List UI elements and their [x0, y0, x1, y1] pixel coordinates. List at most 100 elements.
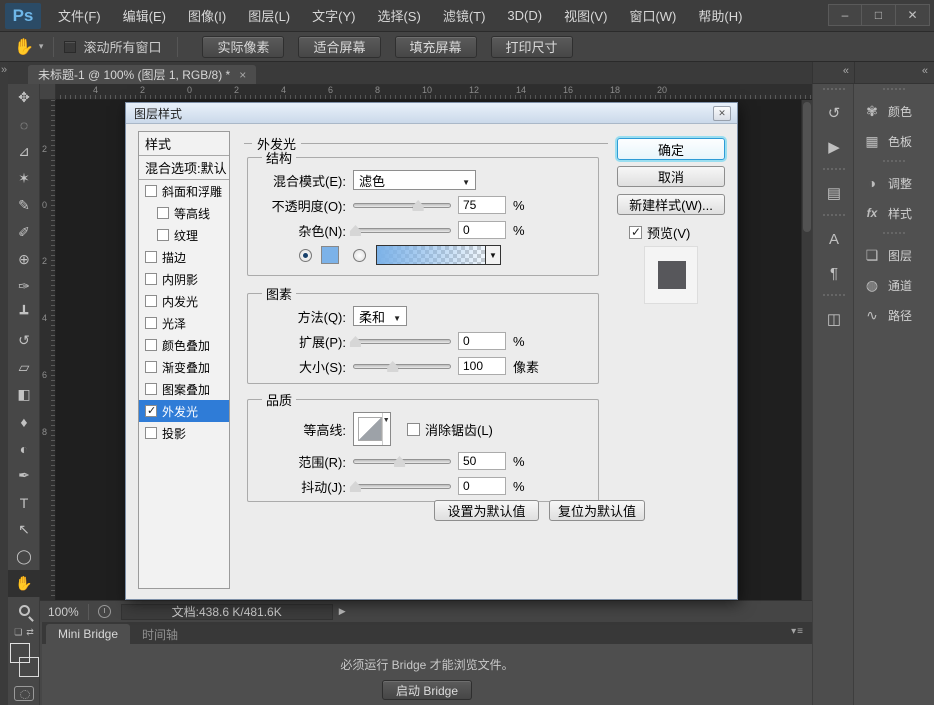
type-tool[interactable]: T [8, 489, 40, 516]
panel-menu-icon[interactable]: ▾≡ [791, 626, 804, 637]
actions-panel[interactable]: ▶ [813, 130, 855, 164]
preview-checkbox[interactable] [629, 226, 642, 239]
style-checkbox[interactable] [157, 229, 169, 241]
scrollbar-thumb[interactable] [803, 102, 811, 232]
glow-color-swatch[interactable] [321, 246, 339, 264]
style-item[interactable]: 光泽 [139, 312, 229, 334]
pen-tool[interactable]: ✒ [8, 462, 40, 489]
foreground-color-swatch[interactable] [10, 643, 30, 663]
close-button[interactable]: ✕ [896, 4, 930, 26]
properties-panel[interactable]: ▤ [813, 176, 855, 210]
zoom-preset-button[interactable]: 实际像素 [202, 36, 284, 58]
style-item[interactable]: 内发光 [139, 290, 229, 312]
gradient-picker[interactable]: ▼ [376, 245, 501, 265]
opacity-input[interactable] [458, 196, 506, 214]
gradient-radio[interactable] [353, 249, 366, 262]
bottom-panel-tab[interactable]: Mini Bridge [46, 624, 130, 644]
menu-item[interactable]: 文字(Y) [301, 0, 366, 32]
jitter-slider[interactable] [353, 476, 451, 496]
lasso-tool[interactable]: ⊿ [8, 138, 40, 165]
swatches-panel[interactable]: ▦ 色板 [854, 126, 934, 156]
jitter-input[interactable] [458, 477, 506, 495]
spread-slider[interactable] [353, 331, 451, 351]
style-checkbox[interactable] [145, 361, 157, 373]
menu-item[interactable]: 滤镜(T) [432, 0, 497, 32]
history-panel[interactable]: ↺ [813, 96, 855, 130]
shape-tool[interactable]: ◯ [8, 543, 40, 570]
solid-color-radio[interactable] [299, 249, 312, 262]
menu-item[interactable]: 编辑(E) [112, 0, 177, 32]
zoom-level[interactable]: 100% [48, 605, 79, 619]
slider-thumb[interactable] [394, 456, 405, 467]
style-item[interactable]: 渐变叠加 [139, 356, 229, 378]
3d-panel[interactable]: ◫ [813, 302, 855, 336]
dock-collapse-header[interactable]: « [812, 62, 854, 84]
set-default-button[interactable]: 设置为默认值 [434, 500, 539, 521]
eraser-tool[interactable]: ▱ [8, 354, 40, 381]
opacity-slider[interactable] [353, 195, 451, 215]
scroll-all-windows-checkbox[interactable] [64, 41, 76, 53]
style-checkbox[interactable] [145, 427, 157, 439]
dock-collapse-header[interactable]: « [854, 62, 934, 84]
style-item[interactable]: 投影 [139, 422, 229, 444]
status-menu-arrow-icon[interactable]: ▶ [339, 606, 346, 617]
contour-picker[interactable]: ▼ [353, 412, 391, 446]
path-select-tool[interactable]: ↖ [8, 516, 40, 543]
style-checkbox[interactable] [157, 207, 169, 219]
style-item[interactable]: 等高线 [139, 202, 229, 224]
history-brush-tool[interactable]: ↺ [8, 327, 40, 354]
ok-button[interactable]: 确定 [617, 138, 725, 160]
size-slider[interactable] [353, 356, 451, 376]
style-item[interactable]: 颜色叠加 [139, 334, 229, 356]
paint-brush-tool[interactable]: ✑ [8, 273, 40, 300]
vertical-scrollbar[interactable] [801, 100, 812, 600]
document-tab[interactable]: 未标题-1 @ 100% (图层 1, RGB/8) * × [28, 65, 256, 84]
move-tool[interactable]: ✥ [8, 84, 40, 111]
bottom-panel-tab[interactable]: 时间轴 [130, 624, 190, 644]
style-checkbox[interactable] [145, 405, 157, 417]
range-input[interactable] [458, 452, 506, 470]
style-item[interactable]: 纹理 [139, 224, 229, 246]
dialog-close-button[interactable]: ✕ [713, 106, 731, 121]
style-item[interactable]: 描边 [139, 246, 229, 268]
style-checkbox[interactable] [145, 251, 157, 263]
style-checkbox[interactable] [145, 295, 157, 307]
dialog-title-bar[interactable]: 图层样式 ✕ [126, 103, 737, 124]
zoom-tool[interactable] [8, 597, 40, 624]
menu-item[interactable]: 选择(S) [366, 0, 431, 32]
zoom-preset-button[interactable]: 填充屏幕 [395, 36, 477, 58]
style-item[interactable]: 外发光 [139, 400, 229, 422]
healing-brush-tool[interactable]: ⊕ [8, 246, 40, 273]
size-input[interactable] [458, 357, 506, 375]
spread-input[interactable] [458, 332, 506, 350]
layers-panel[interactable]: ❏ 图层 [854, 240, 934, 270]
brush-tool[interactable]: ✎ [8, 192, 40, 219]
blend-mode-select[interactable]: 滤色 ▼ [353, 170, 476, 190]
menu-item[interactable]: 3D(D) [496, 0, 553, 32]
marquee-tool[interactable]: ◌ [8, 111, 40, 138]
new-style-button[interactable]: 新建样式(W)... [617, 194, 725, 215]
slider-thumb[interactable] [387, 361, 398, 372]
menu-item[interactable]: 图像(I) [177, 0, 237, 32]
zoom-preset-button[interactable]: 打印尺寸 [491, 36, 573, 58]
gradient-tool[interactable]: ◧ [8, 381, 40, 408]
style-item[interactable]: 图案叠加 [139, 378, 229, 400]
clone-stamp-tool[interactable]: ┻ [8, 300, 40, 327]
blending-options-item[interactable]: 混合选项:默认 [139, 156, 229, 180]
paths-panel[interactable]: ∿ 路径 [854, 300, 934, 330]
adjustments-panel[interactable]: ◑ 调整 [854, 168, 934, 198]
chevron-down-icon[interactable]: ▼ [485, 246, 500, 264]
noise-slider[interactable] [353, 220, 451, 240]
style-item[interactable]: 内阴影 [139, 268, 229, 290]
tool-preset-picker[interactable]: ✋ ▾ [14, 37, 43, 57]
dodge-tool[interactable]: ◐ [8, 435, 40, 462]
status-clock-icon[interactable] [98, 605, 111, 618]
antialias-checkbox[interactable] [407, 423, 420, 436]
hand-tool[interactable]: ✋ [8, 570, 40, 597]
slider-thumb[interactable] [413, 200, 424, 211]
channels-panel[interactable]: ◍ 通道 [854, 270, 934, 300]
menu-item[interactable]: 窗口(W) [618, 0, 687, 32]
tab-close-icon[interactable]: × [239, 68, 246, 82]
cancel-button[interactable]: 取消 [617, 166, 725, 187]
style-checkbox[interactable] [145, 317, 157, 329]
